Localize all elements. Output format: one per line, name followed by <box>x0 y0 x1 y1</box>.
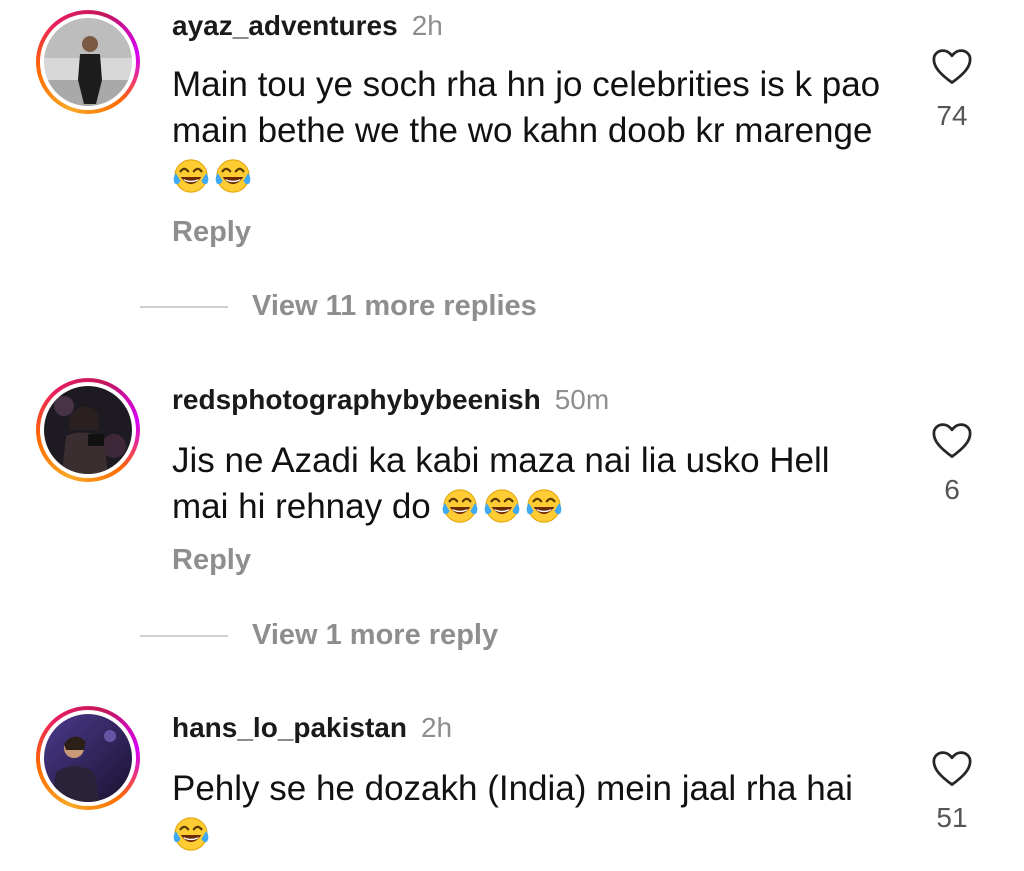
comment-text: Main tou ye soch rha hn jo celebrities i… <box>172 62 892 200</box>
username[interactable]: redsphotographybybeenish <box>172 384 541 415</box>
reply-button[interactable]: Reply <box>172 216 251 249</box>
comment-text: Pehly se he dozakh (India) mein jaal rha… <box>172 766 892 858</box>
like-button[interactable]: 6 <box>926 422 978 506</box>
like-button[interactable]: 74 <box>926 48 978 132</box>
heart-outline-icon[interactable] <box>931 48 973 86</box>
tears-of-joy-emoji <box>525 487 563 525</box>
avatar-story-ring[interactable] <box>36 706 140 810</box>
view-replies-label: View 1 more reply <box>252 619 499 651</box>
like-button[interactable]: 51 <box>926 750 978 834</box>
heart-outline-icon[interactable] <box>931 750 973 788</box>
heart-outline-icon[interactable] <box>931 422 973 460</box>
tears-of-joy-emoji <box>172 157 210 195</box>
reply-button[interactable]: Reply <box>172 544 251 577</box>
divider-line <box>140 634 228 637</box>
avatar-story-ring[interactable] <box>36 378 140 482</box>
comment-header: ayaz_adventures 2h <box>172 10 443 42</box>
comment-text: Jis ne Azadi ka kabi maza nai lia usko H… <box>172 438 892 530</box>
avatar <box>44 714 132 802</box>
tears-of-joy-emoji <box>441 487 479 525</box>
avatar <box>44 18 132 106</box>
comment-body: Main tou ye soch rha hn jo celebrities i… <box>172 65 881 150</box>
comment-header: hans_lo_pakistan 2h <box>172 712 452 744</box>
comment-header: redsphotographybybeenish 50m <box>172 384 609 416</box>
avatar-story-ring[interactable] <box>36 10 140 114</box>
view-replies-button[interactable]: View 11 more replies <box>140 290 537 323</box>
comment-time: 2h <box>420 712 453 743</box>
like-count: 6 <box>944 474 960 505</box>
comment-time: 2h <box>411 10 443 41</box>
comment-body: Pehly se he dozakh (India) mein jaal rha… <box>172 769 853 808</box>
username[interactable]: hans_lo_pakistan <box>172 712 407 743</box>
tears-of-joy-emoji <box>214 157 252 195</box>
comment-time: 50m <box>554 384 610 415</box>
username[interactable]: ayaz_adventures <box>172 10 398 41</box>
avatar <box>44 386 132 474</box>
view-replies-label: View 11 more replies <box>252 290 537 322</box>
like-count: 74 <box>936 100 968 131</box>
view-replies-button[interactable]: View 1 more reply <box>140 619 498 652</box>
tears-of-joy-emoji <box>172 815 210 853</box>
like-count: 51 <box>936 802 968 833</box>
divider-line <box>140 305 228 308</box>
tears-of-joy-emoji <box>483 487 521 525</box>
